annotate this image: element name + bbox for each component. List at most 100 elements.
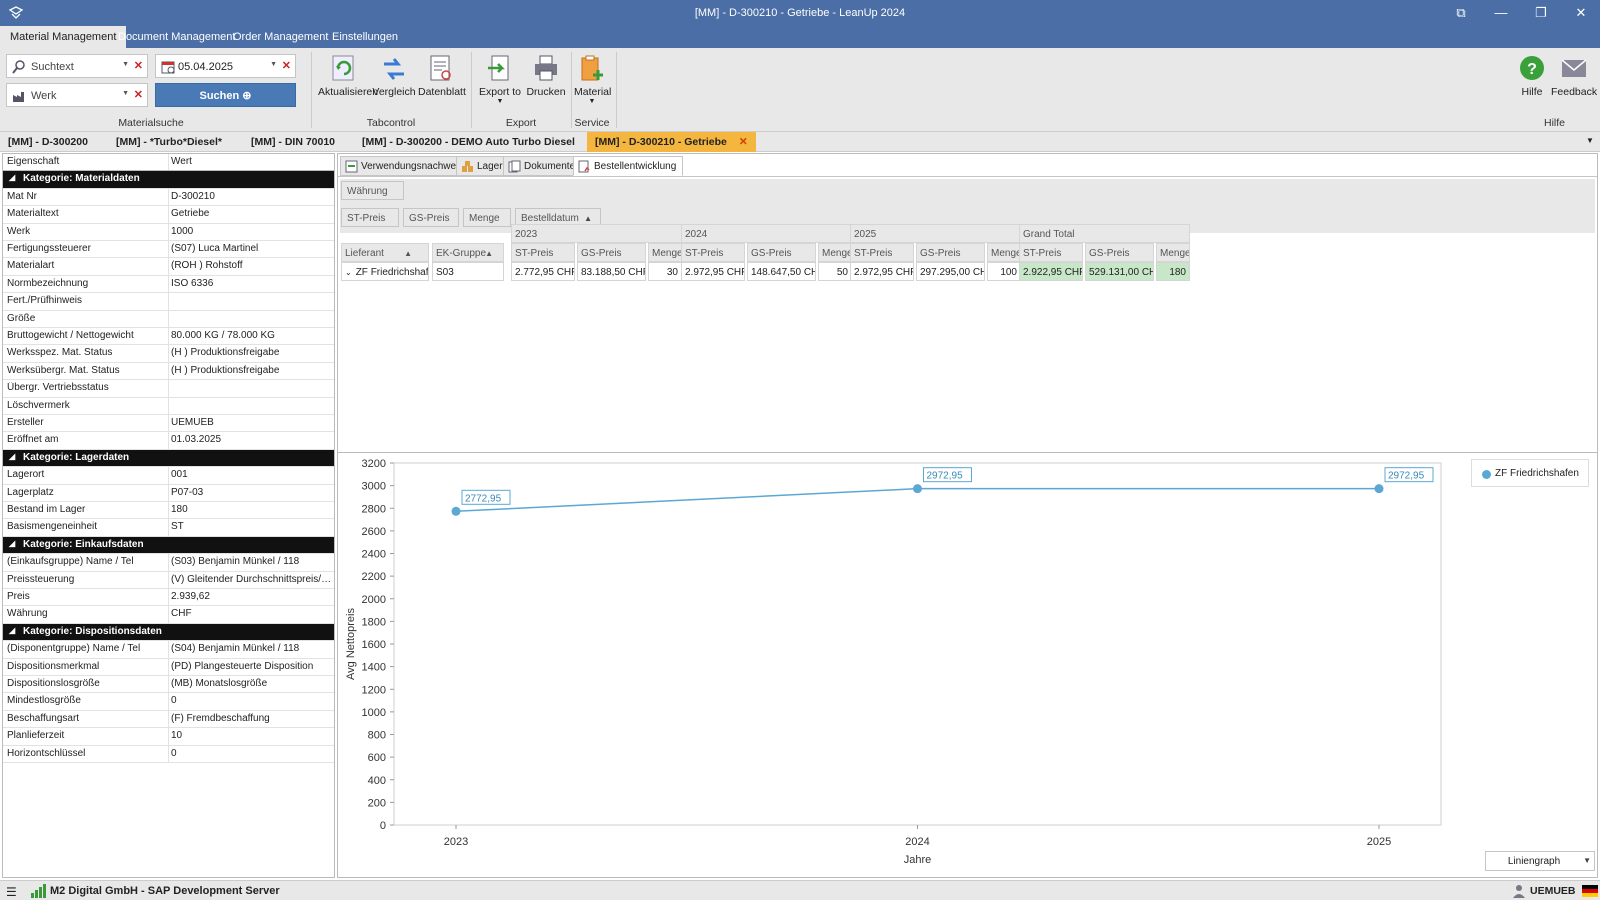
print-button[interactable]: Drucken xyxy=(526,52,566,98)
property-row[interactable]: Fert./Prüfhinweis xyxy=(3,293,334,311)
property-row[interactable]: Normbezeichnung ISO 6336 xyxy=(3,275,334,294)
property-row[interactable]: Größe xyxy=(3,310,334,328)
property-row[interactable]: Währung CHF xyxy=(3,606,334,624)
header-wert[interactable]: Wert xyxy=(171,156,333,167)
clear-icon[interactable]: ✕ xyxy=(134,59,143,72)
y-tick-label: 1000 xyxy=(362,707,386,719)
group-label-export: Export xyxy=(505,117,537,129)
property-row[interactable]: (Disponentgruppe) Name / Tel (S04) Benjam… xyxy=(3,641,334,659)
help-label: Hilfe xyxy=(1521,86,1543,98)
property-row[interactable]: Materialtext Getriebe xyxy=(3,206,334,224)
clear-icon[interactable]: ✕ xyxy=(134,88,143,101)
property-row[interactable]: Werksübergr. Mat. Status (H ) Produktions… xyxy=(3,362,334,381)
property-row[interactable]: Preissteuerung (V) Gleitender Durchschnit… xyxy=(3,571,334,589)
doc-tab-d300200-demo[interactable]: [MM] - D-300200 - DEMO Auto Turbo Diesel xyxy=(354,132,583,152)
flag-de-icon[interactable] xyxy=(1582,885,1598,897)
subtab-bestellentwicklung[interactable]: Bestellentwicklung xyxy=(573,156,684,176)
property-row[interactable]: Dispositionsmerkmal (PD) Plangesteuerte D… xyxy=(3,658,334,676)
usage-icon xyxy=(345,160,358,173)
doc-tab-d300200[interactable]: [MM] - D-300200 xyxy=(0,132,96,152)
sort-asc-icon[interactable]: ▲ xyxy=(404,244,412,261)
search-button[interactable]: Suchen ⊕ xyxy=(155,83,296,107)
maximize-button[interactable]: ❐ xyxy=(1530,3,1552,23)
subtab-dokumente[interactable]: Dokumente xyxy=(503,156,583,176)
doc-tab-d300210-active[interactable]: [MM] - D-300210 - Getriebe ✕ xyxy=(587,132,756,152)
chevron-down-icon[interactable]: ▼ xyxy=(270,61,277,68)
sort-asc-icon[interactable]: ▲ xyxy=(485,244,493,261)
pivot-row-field-lieferant[interactable]: Lieferant ▲ xyxy=(341,243,429,262)
chart-type-select[interactable]: Liniengraph ▼ xyxy=(1485,851,1595,871)
doc-tab-din70010[interactable]: [MM] - DIN 70010 xyxy=(243,132,343,152)
property-row[interactable]: Löschvermerk xyxy=(3,397,334,415)
property-row[interactable]: Basismengeneinheit ST xyxy=(3,519,334,537)
property-row[interactable]: Ersteller UEMUEB xyxy=(3,415,334,433)
property-row[interactable]: Werk 1000 xyxy=(3,223,334,241)
property-row[interactable]: Bruttogewicht / Nettogewicht 80.000 KG / … xyxy=(3,328,334,346)
chevron-down-icon[interactable]: ▼ xyxy=(122,90,129,97)
category-row[interactable]: ◢ Kategorie: Materialdaten xyxy=(3,171,334,189)
property-row[interactable]: Lagerplatz P07-03 xyxy=(3,484,334,502)
pivot-filter-field[interactable]: Währung xyxy=(341,181,404,200)
collapse-icon[interactable]: ◢ xyxy=(9,539,15,548)
doc-tab-turbo-diesel[interactable]: [MM] - *Turbo*Diesel* xyxy=(108,132,230,152)
pivot-data-field-menge[interactable]: Menge xyxy=(463,208,511,227)
chevron-down-icon[interactable]: ▼ xyxy=(476,98,524,105)
restore-layout-icon[interactable]: ⧉ xyxy=(1450,3,1472,23)
tab-overflow-icon[interactable]: ▼ xyxy=(1586,136,1594,145)
date-field[interactable]: 05.04.2025 ▼ ✕ xyxy=(155,54,296,78)
property-row[interactable]: Horizontschlüssel 0 xyxy=(3,745,334,763)
pivot-data-field-gs-preis[interactable]: GS-Preis xyxy=(403,208,459,227)
datasheet-button[interactable]: Datenblatt xyxy=(418,52,466,98)
chevron-down-icon[interactable]: ▼ xyxy=(122,61,129,68)
property-row[interactable]: Lagerort 001 xyxy=(3,467,334,485)
material-button[interactable]: Material ▼ xyxy=(574,52,611,105)
clear-icon[interactable]: ✕ xyxy=(282,59,291,72)
help-button[interactable]: ? Hilfe xyxy=(1512,52,1552,98)
property-row[interactable]: Planlieferzeit 10 xyxy=(3,728,334,746)
subtab-verwendungsnachweis[interactable]: Verwendungsnachweis xyxy=(340,156,471,176)
pivot-data-field-st-preis[interactable]: ST-Preis xyxy=(341,208,399,227)
chart-legend: ZF Friedrichshafen xyxy=(1471,459,1589,487)
search-input[interactable]: Suchtext ▼ ✕ xyxy=(6,54,148,78)
property-row[interactable]: Beschaffungsart (F) Fremdbeschaffung xyxy=(3,710,334,729)
property-row[interactable]: Dispositionslosgröße (MB) Monatslosgröße xyxy=(3,676,334,694)
property-row[interactable]: Materialart (ROH ) Rohstoff xyxy=(3,258,334,276)
category-row[interactable]: ◢ Kategorie: Lagerdaten xyxy=(3,449,334,468)
collapse-icon[interactable]: ◢ xyxy=(9,626,15,635)
property-row[interactable]: Übergr. Vertriebsstatus xyxy=(3,380,334,398)
pivot-row-field-ek-gruppe[interactable]: EK-Gruppe ▲ xyxy=(432,243,504,262)
export-to-button[interactable]: Export to ▼ xyxy=(476,52,524,105)
chevron-down-icon[interactable]: ▼ xyxy=(1583,856,1591,865)
expand-icon[interactable]: ⌄ xyxy=(345,268,352,277)
property-row[interactable]: Eröffnet am 01.03.2025 xyxy=(3,432,334,450)
collapse-icon[interactable]: ◢ xyxy=(9,173,15,182)
property-row[interactable]: Preis 2.939,62 xyxy=(3,589,334,607)
werk-input[interactable]: Werk ▼ ✕ xyxy=(6,83,148,107)
compare-button[interactable]: Vergleich xyxy=(372,52,416,98)
property-row[interactable]: Bestand im Lager 180 xyxy=(3,502,334,520)
collapse-icon[interactable]: ◢ xyxy=(9,452,15,461)
property-key: Dispositionslosgröße xyxy=(7,678,100,689)
category-row[interactable]: ◢ Kategorie: Einkaufsdaten xyxy=(3,536,334,555)
y-tick-label: 1200 xyxy=(362,684,386,696)
pivot-row-lieferant[interactable]: ⌄ZF Friedrichshafen xyxy=(341,262,429,281)
chevron-down-icon[interactable]: ▼ xyxy=(574,98,610,105)
close-button[interactable]: ✕ xyxy=(1570,3,1592,23)
close-tab-icon[interactable]: ✕ xyxy=(739,136,748,148)
category-row[interactable]: ◢ Kategorie: Dispositionsdaten xyxy=(3,623,334,642)
print-label: Drucken xyxy=(526,86,566,98)
minimize-button[interactable]: — xyxy=(1490,3,1512,23)
y-tick-label: 0 xyxy=(380,820,386,832)
property-row[interactable]: Werksspez. Mat. Status (H ) Produktionsfr… xyxy=(3,345,334,363)
feedback-button[interactable]: Feedback xyxy=(1551,52,1597,98)
property-row[interactable]: Fertigungssteuerer (S07) Luca Martinel xyxy=(3,241,334,259)
subtab-lager[interactable]: Lager xyxy=(456,156,510,176)
property-row[interactable]: Mat Nr D-300210 xyxy=(3,188,334,207)
property-row[interactable]: (Einkaufsgruppe) Name / Tel (S03) Benjami… xyxy=(3,554,334,572)
menu-tab-einstellungen[interactable]: Einstellungen xyxy=(322,26,408,48)
property-row[interactable]: Mindestlosgröße 0 xyxy=(3,693,334,711)
menu-icon[interactable]: ☰ xyxy=(6,885,17,899)
property-key: Beschaffungsart xyxy=(7,712,80,724)
refresh-button[interactable]: Aktualisieren xyxy=(318,52,378,98)
header-eigenschaft[interactable]: Eigenschaft xyxy=(7,156,167,167)
